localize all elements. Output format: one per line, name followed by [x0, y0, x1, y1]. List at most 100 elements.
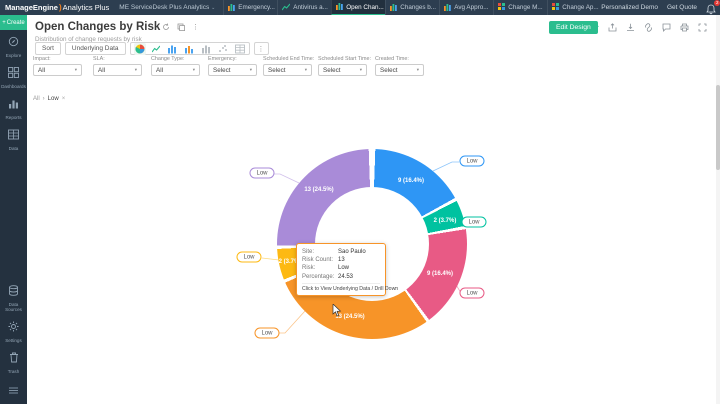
notifications-bell-icon[interactable]: 2 — [706, 0, 720, 15]
drill-breadcrumb: All › Low × — [33, 96, 65, 102]
tab-change-m[interactable]: Change M... — [493, 0, 547, 15]
tab-antivirus-a[interactable]: Antivirus a... — [277, 0, 331, 15]
toolbar-more-icon[interactable]: ⋮ — [253, 42, 269, 55]
comment-icon[interactable] — [662, 23, 671, 32]
tooltip-footer: Click to View Underlying Data / Drill Do… — [302, 282, 398, 292]
filter-value: All — [156, 66, 163, 74]
tab-label: Emergency... — [238, 4, 275, 11]
chevron-down-icon: ⌄ — [211, 5, 216, 11]
slice-callout-label[interactable]: Low — [459, 155, 485, 167]
tooltip-row-site: Site: Sao Paulo — [302, 248, 380, 256]
explore-icon — [8, 34, 19, 52]
vertical-scrollbar[interactable] — [716, 15, 720, 404]
filter-dropdown-scheduled-end-time[interactable]: Select ▾ — [263, 64, 312, 76]
tab-label: Antivirus a... — [293, 4, 328, 11]
tab-label: Open Chan... — [346, 3, 384, 11]
filter-dropdown-scheduled-start-time[interactable]: Select ▾ — [318, 64, 367, 76]
slice-value-label: 2 (3.7%) — [433, 218, 457, 224]
chevron-down-icon: ▾ — [249, 67, 252, 72]
tab-change-ap[interactable]: Change Ap... — [547, 0, 601, 15]
breadcrumb-separator: › — [42, 96, 45, 102]
tab-label: Changes b... — [400, 4, 436, 11]
print-icon[interactable] — [680, 23, 689, 32]
filter-sla: SLA: All ▾ — [93, 56, 142, 76]
copy-icon[interactable] — [177, 23, 185, 31]
slice-callout-label[interactable]: Low — [249, 167, 275, 179]
create-button[interactable]: + Create — [0, 15, 27, 30]
line-chart-icon[interactable] — [151, 44, 161, 54]
scrollbar-thumb[interactable] — [716, 85, 720, 170]
collapse-sidebar-icon[interactable] — [9, 377, 18, 404]
link-icon[interactable] — [644, 23, 653, 32]
bar-chart-gray-icon[interactable] — [200, 43, 212, 55]
sidebar-item-data-sources[interactable]: Data Sources — [0, 279, 27, 315]
tooltip-row-label: Risk: — [302, 265, 316, 272]
slice-callout-label[interactable]: Low — [236, 251, 262, 263]
chevron-down-icon: ▾ — [359, 67, 362, 72]
chevron-down-icon: ▾ — [134, 67, 137, 72]
scatter-chart-icon[interactable] — [217, 43, 229, 55]
refresh-icon[interactable] — [162, 23, 170, 31]
sort-button[interactable]: Sort — [35, 42, 61, 55]
sidebar-item-label: Dashboards — [1, 84, 26, 89]
sidebar-item-data[interactable]: Data — [0, 123, 27, 154]
filter-label: Change Type: — [151, 56, 185, 62]
breadcrumb-remove-icon[interactable]: × — [62, 96, 66, 102]
canvas-action-icons: + — [593, 23, 707, 33]
add-icon[interactable]: + — [593, 23, 599, 33]
tooltip-row-value: Low — [338, 265, 350, 272]
tab-emergency[interactable]: Emergency... — [223, 0, 277, 15]
sidebar-item-label: Reports — [5, 115, 22, 120]
sidebar-item-settings[interactable]: Settings — [0, 315, 27, 346]
filter-change-type: Change Type: All ▾ — [151, 56, 200, 76]
filter-dropdown-sla[interactable]: All ▾ — [93, 64, 142, 76]
tab-label: Change M... — [508, 4, 543, 11]
tab-avg-appro[interactable]: Avg Appro... — [439, 0, 493, 15]
sidebar-item-trash[interactable]: Trash — [0, 346, 27, 377]
filter-label: Emergency: — [208, 56, 237, 62]
sidebar-item-label: Trash — [7, 369, 20, 374]
pie-chart-icon[interactable] — [133, 42, 146, 55]
filter-dropdown-created-time[interactable]: Select ▾ — [375, 64, 424, 76]
export-icon[interactable] — [626, 23, 635, 32]
left-sidebar: + Create Explore Dashboards Reports Data Da… — [0, 15, 27, 404]
tab-open-chan[interactable]: Open Chan...× — [331, 0, 386, 15]
bar-chart-icon — [336, 2, 344, 12]
bar-chart-icon — [444, 3, 452, 13]
filter-dropdown-impact[interactable]: All ▾ — [33, 64, 82, 76]
column-chart-icon[interactable] — [166, 43, 178, 55]
filter-scheduled-start-time: Scheduled Start Time: Select ▾ — [318, 56, 371, 76]
underlying-data-button[interactable]: Underlying Data — [64, 42, 126, 55]
report-canvas: Open Changes by Risk ⋮ Distribution of c… — [27, 15, 720, 404]
filter-value: Select — [213, 66, 231, 74]
edit-design-button[interactable]: Edit Design — [549, 21, 598, 34]
sidebar-item-explore[interactable]: Explore — [0, 30, 27, 61]
sidebar-item-reports[interactable]: Reports — [0, 92, 27, 123]
breadcrumb-root[interactable]: All — [33, 96, 40, 102]
slice-callout-label[interactable]: Low — [461, 216, 487, 228]
tab-changes-b[interactable]: Changes b... — [385, 0, 439, 15]
filter-created-time: Created Time: Select ▾ — [375, 56, 424, 76]
slice-callout-label[interactable]: Low — [254, 327, 280, 339]
fullscreen-icon[interactable] — [698, 23, 707, 32]
personalized-demo-link[interactable]: Personalized Demo — [601, 4, 658, 11]
share-icon[interactable] — [608, 23, 617, 32]
settings-icon — [8, 319, 19, 337]
filter-value: Select — [380, 66, 398, 74]
slice-callout-label[interactable]: Low — [459, 287, 485, 299]
table-chart-icon[interactable] — [234, 43, 246, 55]
filter-dropdown-change-type[interactable]: All ▾ — [151, 64, 200, 76]
more-options-icon[interactable]: ⋮ — [192, 23, 199, 31]
workspace-selector[interactable]: ME ServiceDesk Plus Analytics ⌄ — [115, 4, 223, 11]
chart-type-switcher — [129, 42, 250, 55]
filter-dropdown-emergency[interactable]: Select ▾ — [208, 64, 257, 76]
tooltip-row-value: 24.53 — [338, 273, 354, 280]
combo-chart-icon[interactable] — [183, 43, 195, 55]
workspace-name: ME ServiceDesk Plus Analytics — [119, 4, 210, 11]
get-quote-link[interactable]: Get Quote — [667, 4, 697, 11]
tooltip-row-label: Risk Count: — [302, 257, 334, 264]
filter-value: Select — [323, 66, 341, 74]
report-tabs: Emergency... Antivirus a...Open Chan...× C… — [223, 0, 601, 15]
sidebar-item-dashboards[interactable]: Dashboards — [0, 61, 27, 92]
tooltip-row-label: Site: — [302, 249, 315, 255]
